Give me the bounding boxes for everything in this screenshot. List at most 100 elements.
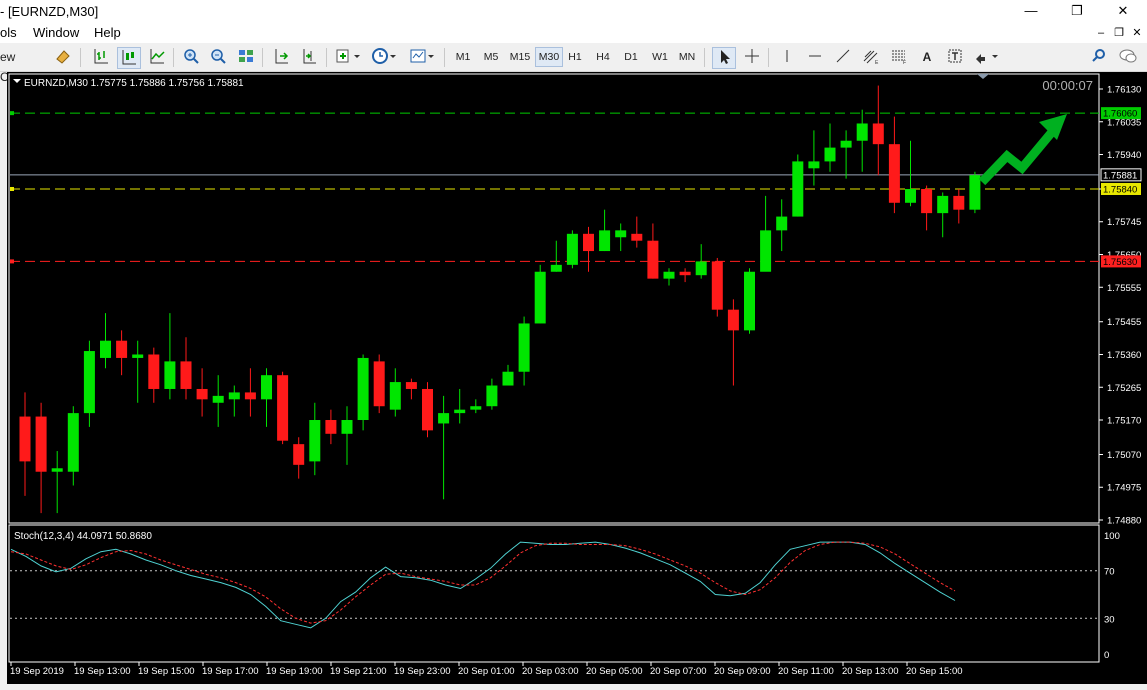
- timeframe-m15[interactable]: M15: [507, 48, 533, 66]
- candles: [19, 85, 981, 514]
- candle-body: [212, 395, 224, 403]
- price-axis-label: 1.74975: [1107, 483, 1141, 494]
- crosshair-icon[interactable]: [741, 47, 763, 67]
- cursor-icon[interactable]: [712, 47, 736, 69]
- candlestick-icon[interactable]: [117, 47, 141, 69]
- timeframe-m1[interactable]: M1: [451, 48, 475, 66]
- menu-help[interactable]: Help: [94, 25, 121, 40]
- zoom-in-icon[interactable]: [180, 47, 202, 67]
- chart-menu-arrow-icon: [13, 79, 21, 83]
- candle-body: [872, 123, 884, 145]
- timeframe-w1[interactable]: W1: [648, 48, 672, 66]
- candle-body: [679, 271, 691, 276]
- new-order-button[interactable]: ew Order: [0, 47, 48, 84]
- fibonacci-channels-icon[interactable]: E: [860, 47, 882, 67]
- price-axis-label: 1.75360: [1107, 350, 1141, 361]
- candle-body: [486, 385, 498, 407]
- candle-body: [615, 230, 627, 238]
- search-icon[interactable]: [1088, 47, 1110, 67]
- restore-icon[interactable]: ❐: [1054, 0, 1100, 23]
- minimize-icon[interactable]: —: [1008, 0, 1054, 23]
- stochastic-line-signal: [10, 541, 956, 624]
- stochastic-axis-label: 0: [1104, 650, 1109, 661]
- candle-body: [357, 357, 369, 421]
- chart-window[interactable]: EURNZD,M30 1.75775 1.75886 1.75756 1.758…: [7, 72, 1147, 684]
- timeframe-m5[interactable]: M5: [479, 48, 503, 66]
- chart-shift-marker: [977, 74, 989, 79]
- line-chart-icon[interactable]: [146, 47, 168, 67]
- candle-body: [631, 233, 643, 241]
- candle-body: [35, 416, 47, 472]
- close-icon[interactable]: ✕: [1100, 0, 1146, 23]
- tile-windows-icon[interactable]: [235, 47, 257, 67]
- candle-body: [921, 188, 933, 214]
- candle-body: [100, 340, 111, 358]
- candle-body: [277, 375, 289, 441]
- candle-body: [711, 261, 723, 310]
- candle-body: [51, 468, 63, 472]
- stochastic-axis: 100 70 30 0: [10, 531, 1120, 661]
- menu-window[interactable]: Window: [33, 25, 79, 40]
- candle-body: [534, 271, 546, 324]
- chart-shift-icon[interactable]: [298, 47, 320, 67]
- price-axis-label: 1.75070: [1107, 450, 1141, 461]
- vertical-line-icon[interactable]: [776, 47, 798, 67]
- timeframe-mn[interactable]: MN: [675, 48, 699, 66]
- text-label-icon[interactable]: [944, 47, 966, 67]
- candle-body: [824, 147, 836, 162]
- window-titlebar: - [EURNZD,M30] — ❐ ✕: [0, 0, 1147, 23]
- candle-body: [293, 444, 305, 465]
- candle-body: [470, 406, 482, 410]
- autoscroll-icon[interactable]: [270, 47, 292, 67]
- chat-icon[interactable]: [1117, 47, 1139, 67]
- zoom-out-icon[interactable]: [207, 47, 229, 67]
- candle-body: [583, 233, 594, 252]
- candle-body: [132, 354, 144, 358]
- time-axis-label: 20 Sep 03:00: [522, 666, 579, 677]
- periods-clock-icon[interactable]: [370, 47, 398, 67]
- candle-body: [438, 413, 450, 424]
- candle-body: [856, 123, 868, 141]
- time-axis-label: 19 Sep 23:00: [394, 666, 451, 677]
- candle-body: [647, 240, 659, 279]
- time-axis-label: 20 Sep 05:00: [586, 666, 643, 677]
- candle-body: [760, 230, 772, 272]
- level-price-label: 1.76060: [1103, 109, 1137, 120]
- timeframe-d1[interactable]: D1: [619, 48, 643, 66]
- timeframe-h1[interactable]: H1: [563, 48, 587, 66]
- mdi-minimize-icon[interactable]: –: [1093, 25, 1109, 41]
- fibonacci-icon[interactable]: F: [888, 47, 910, 67]
- arrows-icon[interactable]: [972, 47, 1000, 67]
- candle-body: [196, 388, 208, 400]
- candle-body: [180, 361, 192, 389]
- candle-body: [19, 416, 31, 462]
- menu-tools[interactable]: ols: [0, 25, 17, 40]
- time-axis-label: 19 Sep 17:00: [202, 666, 259, 677]
- candle-body: [663, 271, 675, 279]
- symbol-header: EURNZD,M30 1.75775 1.75886 1.75756 1.758…: [24, 78, 244, 89]
- indicators-icon[interactable]: [334, 47, 362, 67]
- time-axis-label: 20 Sep 07:00: [650, 666, 707, 677]
- bar-chart-icon[interactable]: [90, 47, 112, 67]
- svg-text:F: F: [903, 60, 906, 65]
- timeframe-h4[interactable]: H4: [591, 48, 615, 66]
- mdi-restore-icon[interactable]: ❐: [1111, 25, 1127, 41]
- toolbar: ew Order M1 M5 M15 M30 H1 H4 D1 W1: [0, 44, 1147, 84]
- trendline-icon[interactable]: [832, 47, 854, 67]
- new-order-icon[interactable]: [52, 47, 74, 67]
- mdi-close-icon[interactable]: ✕: [1129, 25, 1145, 41]
- candle-body: [405, 382, 417, 389]
- candle-body: [309, 420, 321, 462]
- candle-body: [840, 140, 852, 148]
- chart-canvas[interactable]: EURNZD,M30 1.75775 1.75886 1.75756 1.758…: [7, 72, 1147, 684]
- text-tool-icon[interactable]: A: [916, 47, 938, 67]
- candle-body: [744, 271, 755, 331]
- timeframe-m30[interactable]: M30: [535, 47, 563, 67]
- templates-icon[interactable]: [408, 47, 436, 67]
- candle-body: [566, 233, 578, 265]
- candle-body: [389, 382, 401, 410]
- candle-body: [550, 264, 562, 272]
- horizontal-line-icon[interactable]: [804, 47, 826, 67]
- candle-body: [261, 375, 272, 400]
- time-axis-label: 19 Sep 19:00: [266, 666, 323, 677]
